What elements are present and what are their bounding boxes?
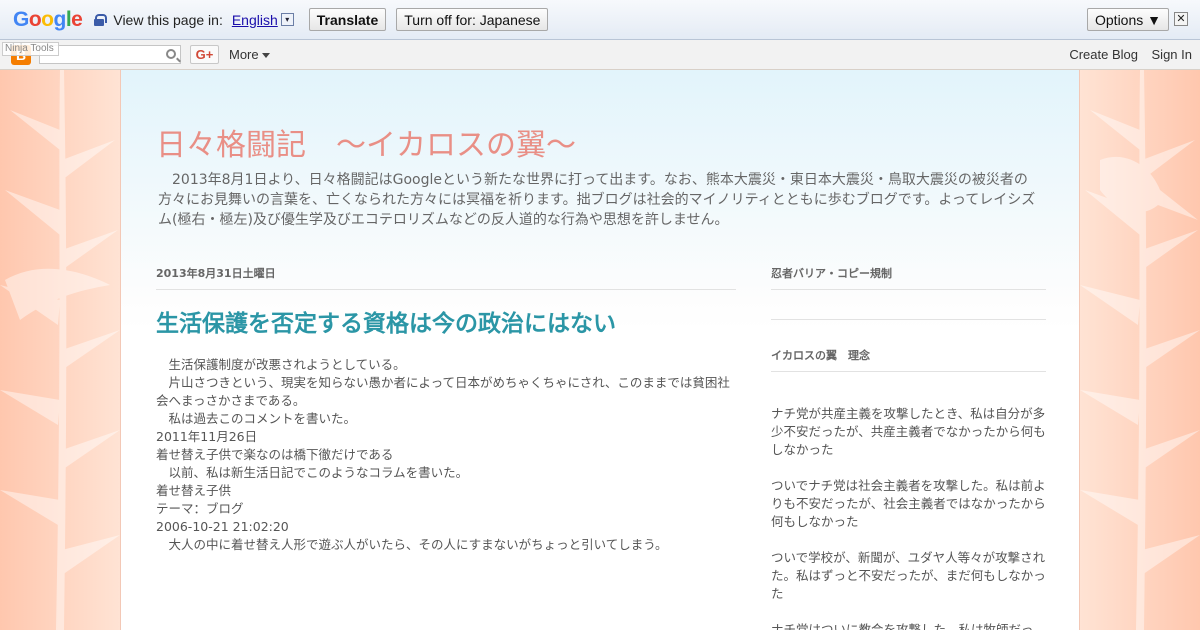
- post-paragraph: 2006-10-21 21:02:20: [156, 519, 289, 534]
- close-icon[interactable]: ✕: [1174, 12, 1188, 26]
- sidebar-widget-body: ナチ党が共産主義を攻撃したとき、私は自分が多少不安だったが、共産主義者でなかった…: [771, 405, 1046, 630]
- blog-description: 2013年8月1日より、日々格闘記はGoogleという新たな世界に打って出ます。…: [158, 172, 1036, 228]
- sidebar-widget-title: 忍者バリア・コピー規制: [771, 265, 1046, 290]
- turn-off-button[interactable]: Turn off for: Japanese: [396, 8, 549, 31]
- translate-bar: Google View this page in: English ▾ Tran…: [0, 0, 1200, 40]
- post-date: 2013年8月31日土曜日: [156, 265, 736, 290]
- language-select[interactable]: English: [232, 12, 278, 28]
- post-paragraph: 片山さつきという、現実を知らない愚か者によって日本がめちゃくちゃにされ、このまま…: [156, 375, 730, 408]
- post-title[interactable]: 生活保護を否定する資格は今の政治にはない: [156, 304, 616, 338]
- post-paragraph: 私は過去このコメントを書いた。: [156, 411, 357, 426]
- post-paragraph: 以前、私は新生活日記でこのようなコラムを書いた。: [156, 465, 469, 480]
- dropdown-arrow-icon[interactable]: ▾: [280, 13, 294, 26]
- sidebar-paragraph: ついでナチ党は社会主義者を攻撃した。私は前よりも不安だったが、社会主義者ではなか…: [771, 478, 1046, 529]
- blog-title[interactable]: 日々格闘記 ～イカロスの翼～: [156, 120, 576, 164]
- lock-icon: [94, 13, 108, 26]
- post-paragraph: 2011年11月26日: [156, 429, 258, 444]
- sidebar-paragraph: ナチ党が共産主義を攻撃したとき、私は自分が多少不安だったが、共産主義者でなかった…: [771, 406, 1046, 457]
- post-paragraph: テーマ：ブログ: [156, 501, 244, 516]
- search-icon[interactable]: [166, 49, 176, 59]
- sidebar-paragraph: ついで学校が、新聞が、ユダヤ人等々が攻撃された。私はずっと不安だったが、まだ何も…: [771, 550, 1046, 601]
- blog-container: 日々格闘記 ～イカロスの翼～ 2013年8月1日より、日々格闘記はGoogleと…: [120, 70, 1080, 630]
- blogger-navbar: B Ninja Tools G+ More Create Blog Sign I…: [0, 40, 1200, 70]
- sign-in-link[interactable]: Sign In: [1152, 47, 1192, 62]
- post-paragraph: 着せ替え子供: [156, 483, 232, 498]
- options-button[interactable]: Options ▼: [1087, 8, 1169, 31]
- caret-down-icon: [261, 53, 270, 59]
- create-blog-link[interactable]: Create Blog: [1069, 47, 1138, 62]
- more-label: More: [229, 47, 259, 62]
- search-input[interactable]: [39, 45, 181, 64]
- post-body: 生活保護制度が改悪されようとしている。 片山さつきという、現実を知らない愚か者に…: [156, 356, 736, 554]
- more-menu[interactable]: More: [229, 47, 270, 62]
- sidebar-paragraph: ナチ党はついに教会を攻撃した。私は牧師だっ: [771, 622, 1034, 630]
- sidebar-widget-title: イカロスの翼 理念: [771, 347, 1046, 372]
- google-logo: Google: [13, 7, 83, 31]
- ninja-tools-badge[interactable]: Ninja Tools: [2, 42, 59, 56]
- translate-button[interactable]: Translate: [308, 8, 387, 31]
- view-page-label: View this page in:: [113, 11, 223, 28]
- sidebar: 忍者バリア・コピー規制 イカロスの翼 理念 ナチ党が共産主義を攻撃したとき、私は…: [771, 265, 1046, 630]
- hummingbird-decoration-icon: [1080, 70, 1200, 630]
- post-paragraph: 大人の中に着せ替え人形で遊ぶ人がいたら、その人にすまないがちょっと引いてしまう。: [156, 537, 668, 552]
- google-plus-button[interactable]: G+: [190, 45, 219, 64]
- fern-decoration-icon: [0, 70, 120, 630]
- sidebar-widget-body: [771, 290, 1046, 320]
- post-paragraph: 生活保護制度が改悪されようとしている。: [156, 357, 406, 372]
- post-paragraph: 着せ替え子供で楽なのは橋下徹だけである: [156, 447, 394, 462]
